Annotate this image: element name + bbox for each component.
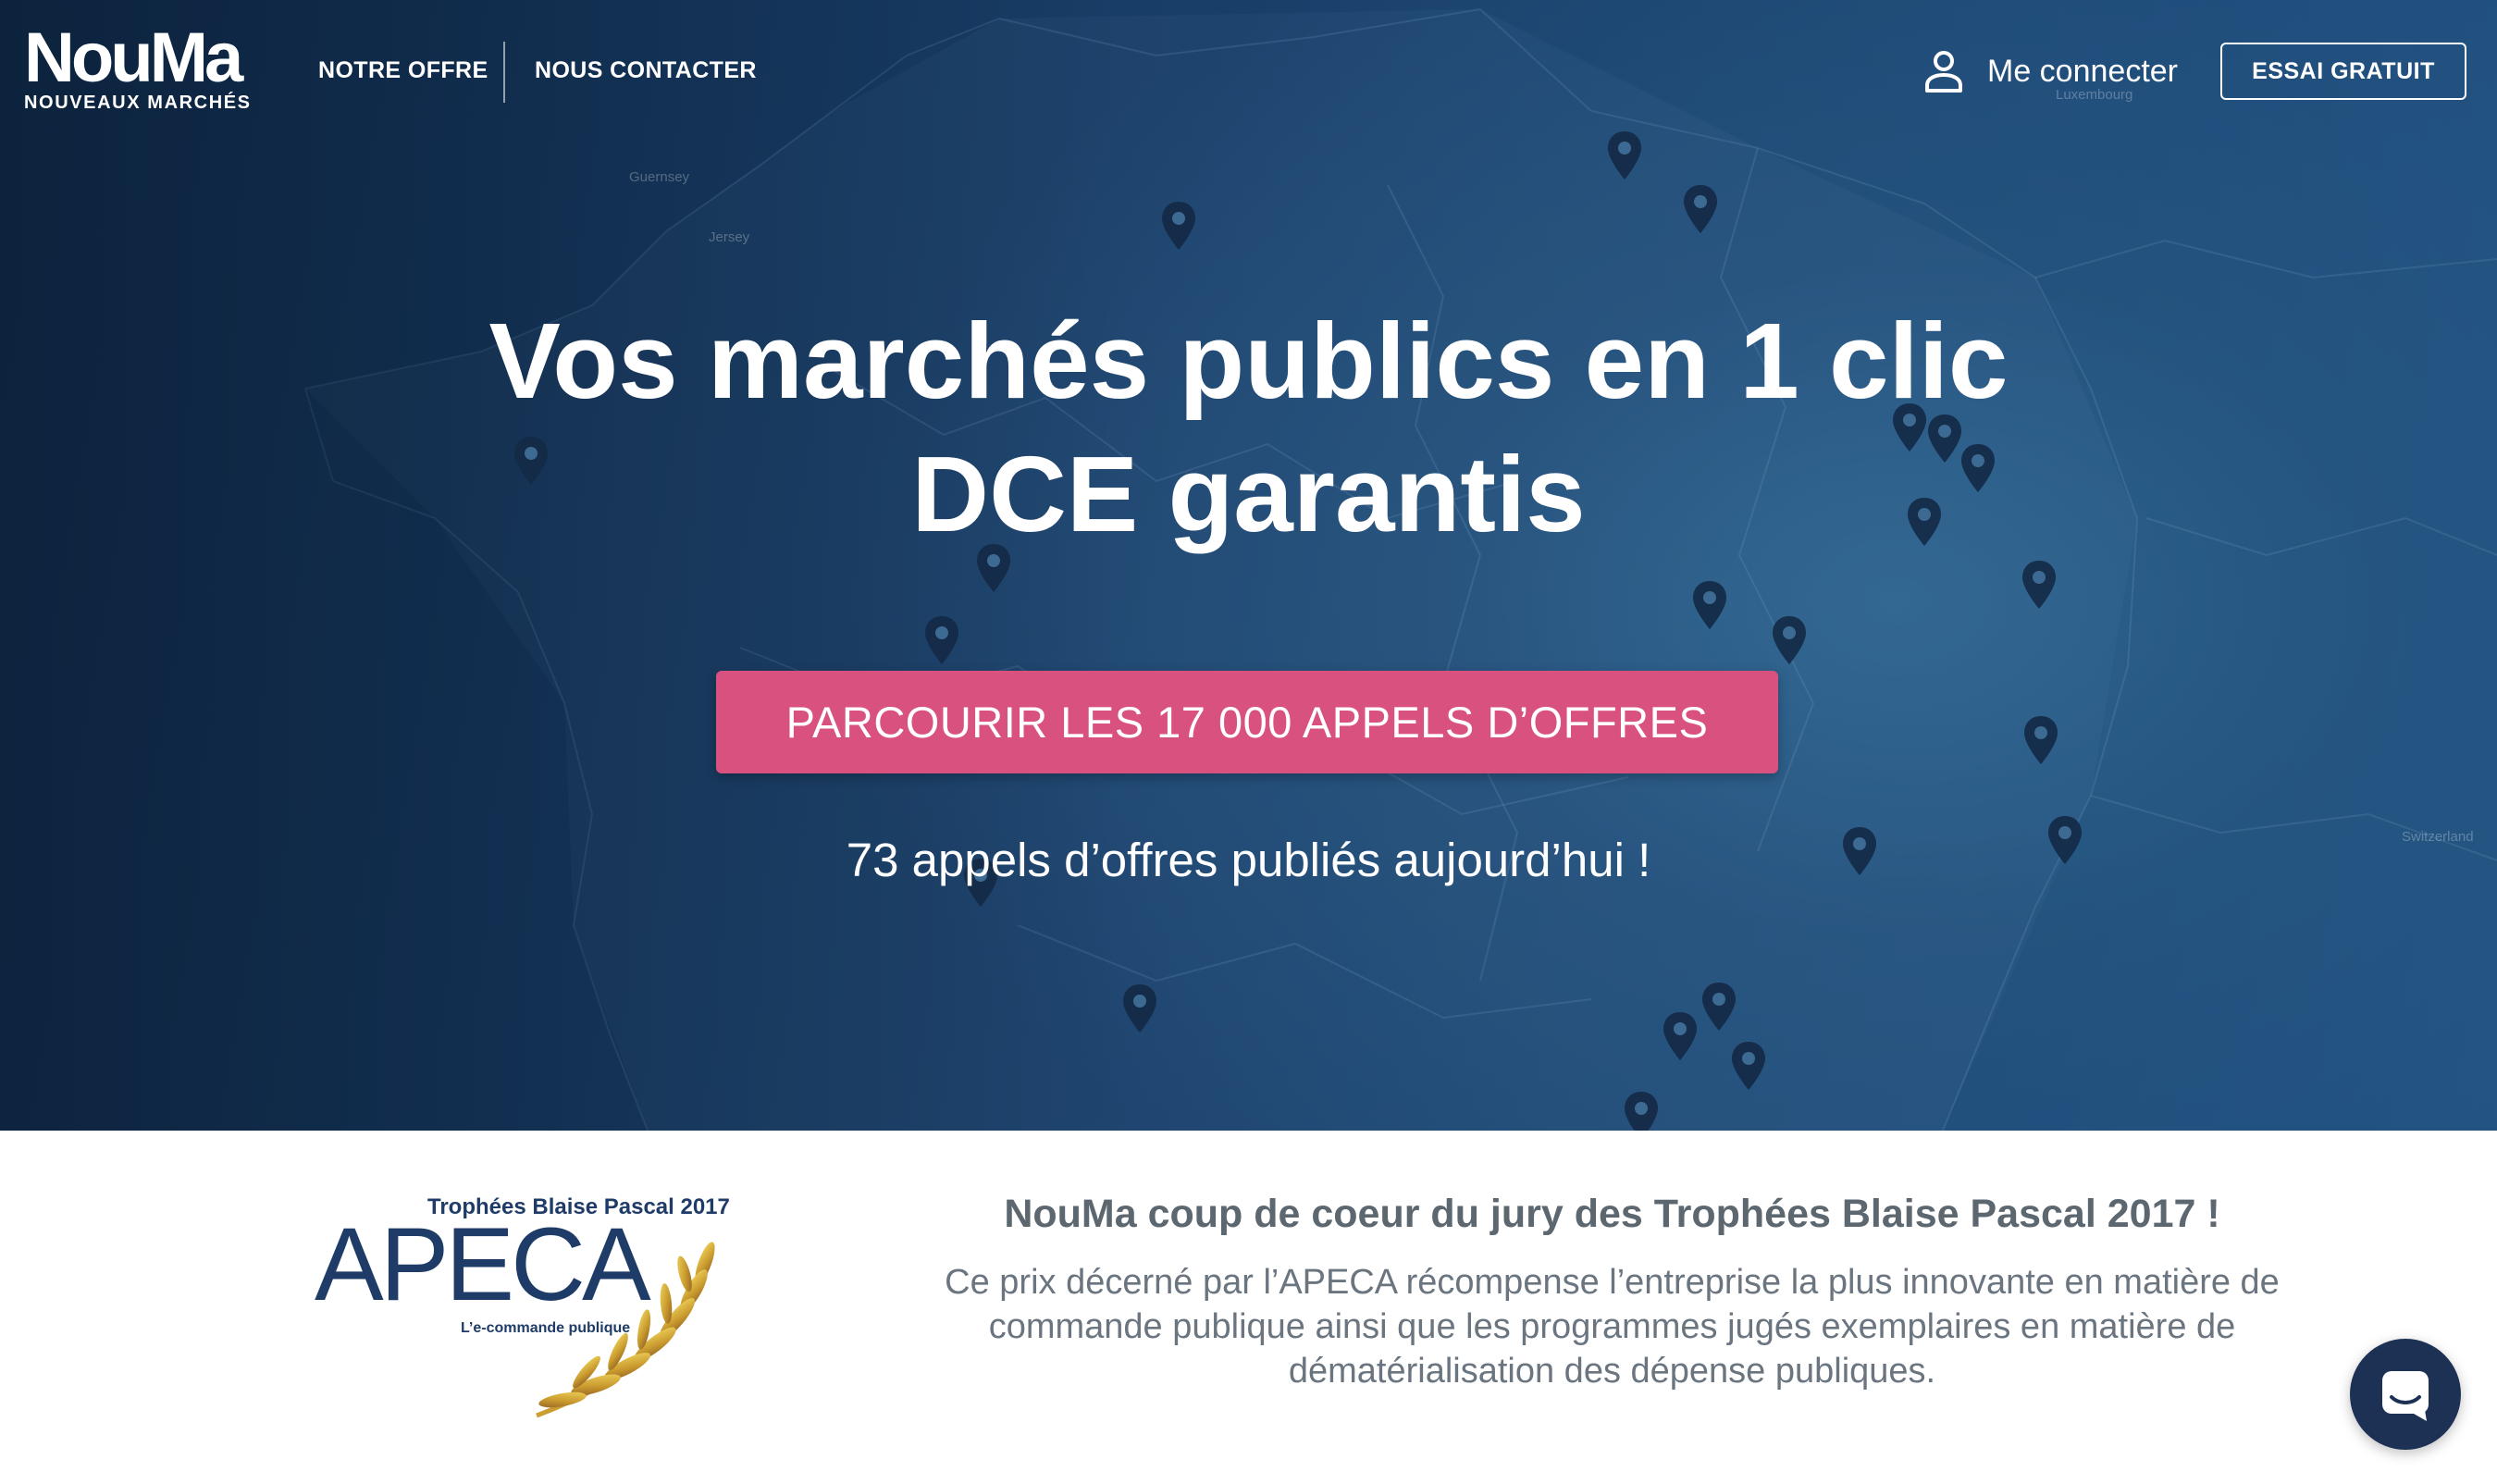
map-label: Jersey (709, 229, 750, 245)
map-pin-icon (1123, 984, 1156, 1033)
map-label: Guernsey (629, 169, 690, 185)
map-pin-icon (1663, 1012, 1697, 1060)
map-pin-icon (1625, 1092, 1658, 1131)
map-pin-icon (1162, 202, 1195, 250)
today-count-text: 73 appels d’offres publiés aujourd’hui ! (846, 834, 1651, 886)
nav-notre-offre[interactable]: NOTRE OFFRE (318, 57, 488, 84)
map-pin-icon (1773, 616, 1806, 664)
apeca-award-logo: Trophées Blaise Pascal 2017 APECA L’e-co… (305, 1189, 740, 1425)
map-pin-icon (2022, 561, 2056, 609)
apeca-tagline: L’e-commande publique (461, 1320, 631, 1336)
hero-title: Vos marchés publics en 1 clic DCE garant… (0, 294, 2497, 561)
chat-launcher-button[interactable] (2350, 1339, 2461, 1450)
hero-title-line2: DCE garantis (911, 434, 1586, 554)
browse-tenders-button[interactable]: PARCOURIR LES 17 000 APPELS D’OFFRES (716, 671, 1778, 773)
chat-bubble-icon (2382, 1371, 2429, 1421)
nouma-logo[interactable]: NouMa NOUVEAUX MARCHÉS (24, 19, 252, 114)
login-label: Me connecter (1987, 53, 2178, 89)
hero-section: Luxembourg Switzerland Guernsey Jersey N… (0, 0, 2497, 1131)
logo-tagline: NOUVEAUX MARCHÉS (24, 93, 252, 113)
nav-nous-contacter[interactable]: NOUS CONTACTER (535, 57, 757, 84)
login-link[interactable]: Me connecter (1924, 50, 2178, 93)
map-pin-icon (925, 616, 958, 664)
hero-overlay (0, 0, 2497, 1131)
map-pin-icon (2024, 716, 2058, 764)
award-title: NouMa coup de coeur du jury des Trophées… (1004, 1192, 2220, 1236)
map-pin-icon (1732, 1042, 1765, 1090)
map-pin-icon (1684, 185, 1717, 233)
nav-divider (503, 42, 505, 103)
award-description: Ce prix décerné par l’APECA récompense l… (945, 1263, 2280, 1391)
logo-wordmark: NouMa (24, 19, 243, 97)
apeca-wordmark: APECA (315, 1206, 651, 1322)
hero-title-line1: Vos marchés publics en 1 clic (488, 301, 2009, 421)
map-pin-icon (1608, 131, 1641, 179)
user-icon (1925, 51, 1962, 93)
map-pin-icon (1693, 581, 1726, 629)
free-trial-button[interactable]: ESSAI GRATUIT (2220, 43, 2466, 100)
map-pin-icon (1702, 983, 1736, 1031)
